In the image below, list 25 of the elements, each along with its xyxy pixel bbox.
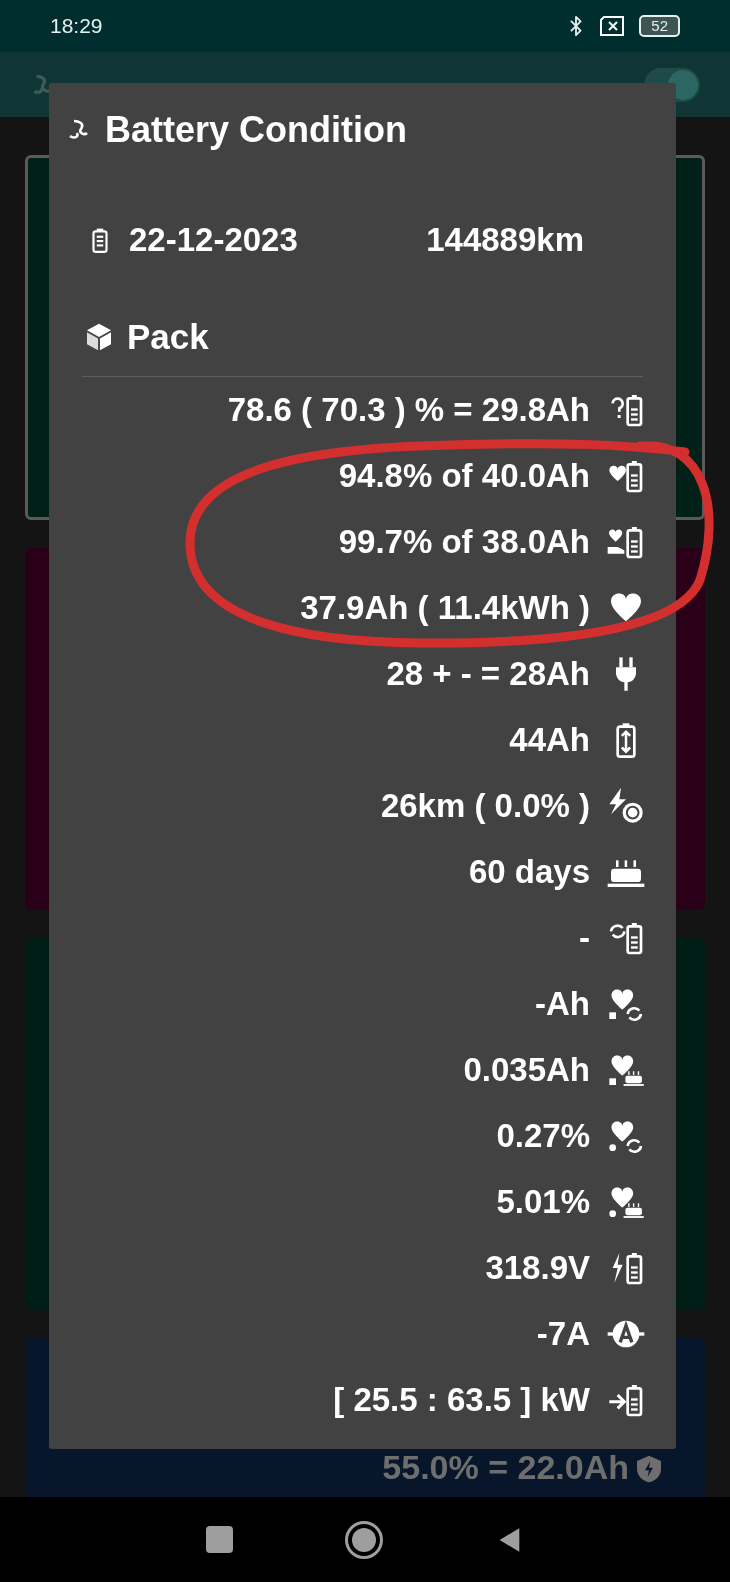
date-text: 22-12-2023 (129, 220, 298, 261)
section-title: Pack (127, 315, 209, 358)
home-button[interactable] (345, 1520, 384, 1559)
card-reading: 55.0% = 22.0Ah (382, 1447, 629, 1488)
reading-text: 5.01% (496, 1182, 590, 1223)
odometer-text: 144889km (426, 220, 584, 261)
dialog-title: Battery Condition (105, 108, 407, 152)
reading-text: 318.9V (485, 1248, 590, 1289)
reading-text: 37.9Ah ( 11.4kWh ) (300, 588, 590, 629)
clock: 18:29 (50, 13, 103, 40)
reading-text: 0.035Ah (463, 1050, 590, 1091)
reading-text: -Ah (535, 984, 590, 1025)
reading-text: 60 days (468, 852, 590, 893)
reading-text: 26km ( 0.0% ) (380, 786, 590, 827)
reading-text: -7A (536, 1314, 590, 1355)
reading-text: 78.6 ( 70.3 ) % = 29.8Ah (227, 390, 590, 431)
reading-text: - (579, 918, 590, 959)
reading-text: 94.8% of 40.0Ah (338, 456, 590, 497)
battery-level: 52 (639, 15, 680, 37)
reading-text: 99.7% of 38.0Ah (338, 522, 590, 563)
reading-text: 44Ah (509, 720, 590, 761)
reading-text: 28 + - = 28Ah (386, 654, 590, 695)
recents-button[interactable] (206, 1526, 234, 1553)
reading-text: 0.27% (496, 1116, 590, 1157)
reading-text: [ 25.5 : 63.5 ] kW (333, 1380, 590, 1421)
